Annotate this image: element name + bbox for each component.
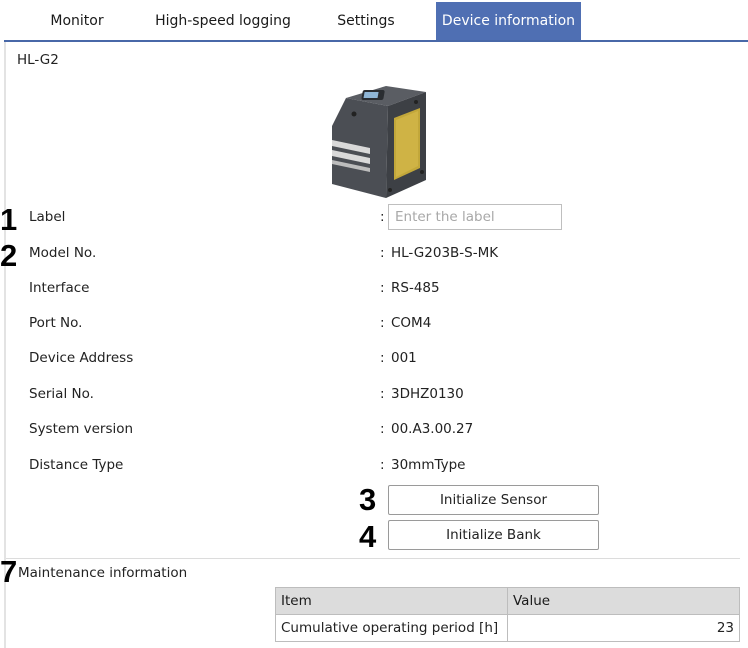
- table-row: Cumulative operating period [h] 23: [275, 614, 740, 642]
- device-address-value: 001: [391, 350, 417, 366]
- tab-device-information[interactable]: Device information: [436, 2, 581, 40]
- model-no-value: HL-G203B-S-MK: [391, 245, 499, 261]
- callout-1: 1: [0, 202, 18, 237]
- callout-7: 7: [0, 554, 18, 589]
- system-version-value: 00.A3.00.27: [391, 421, 474, 437]
- column-header-item: Item: [275, 587, 508, 615]
- serial-no-colon: :: [380, 386, 385, 402]
- device-name: HL-G2: [17, 52, 59, 68]
- serial-no-value: 3DHZ0130: [391, 386, 464, 402]
- interface-colon: :: [380, 280, 385, 296]
- interface-label: Interface: [29, 280, 90, 296]
- table-cell-value: 23: [507, 614, 740, 642]
- distance-type-colon: :: [380, 457, 385, 473]
- sensor-device-icon: [332, 86, 426, 198]
- section-divider: [6, 558, 740, 559]
- tab-high-speed-logging[interactable]: High-speed logging: [150, 2, 296, 40]
- table-cell-item: Cumulative operating period [h]: [275, 614, 508, 642]
- tab-monitor[interactable]: Monitor: [4, 2, 150, 40]
- tab-settings[interactable]: Settings: [296, 2, 436, 40]
- maintenance-table: Item Value Cumulative operating period […: [275, 587, 740, 642]
- port-no-value: COM4: [391, 315, 432, 331]
- model-no-colon: :: [380, 245, 385, 261]
- initialize-bank-button[interactable]: Initialize Bank: [388, 520, 599, 550]
- maintenance-section-title: Maintenance information: [18, 565, 188, 581]
- model-no-label: Model No.: [29, 245, 97, 261]
- system-version-label: System version: [29, 421, 134, 437]
- initialize-sensor-button[interactable]: Initialize Sensor: [388, 485, 599, 515]
- column-header-value: Value: [507, 587, 740, 615]
- tab-bar: Monitor High-speed logging Settings Devi…: [4, 2, 748, 42]
- label-input[interactable]: [388, 204, 562, 230]
- serial-no-label: Serial No.: [29, 386, 94, 402]
- callout-4: 4: [359, 519, 377, 554]
- device-address-label: Device Address: [29, 350, 134, 366]
- distance-type-label: Distance Type: [29, 457, 124, 473]
- system-version-colon: :: [380, 421, 385, 437]
- label-colon: :: [380, 209, 385, 225]
- callout-2: 2: [0, 238, 18, 273]
- interface-value: RS-485: [391, 280, 440, 296]
- port-no-label: Port No.: [29, 315, 83, 331]
- port-no-colon: :: [380, 315, 385, 331]
- label-field-label: Label: [29, 209, 66, 225]
- device-address-colon: :: [380, 350, 385, 366]
- table-header-row: Item Value: [275, 587, 740, 615]
- callout-3: 3: [359, 482, 377, 517]
- distance-type-value: 30mmType: [391, 457, 466, 473]
